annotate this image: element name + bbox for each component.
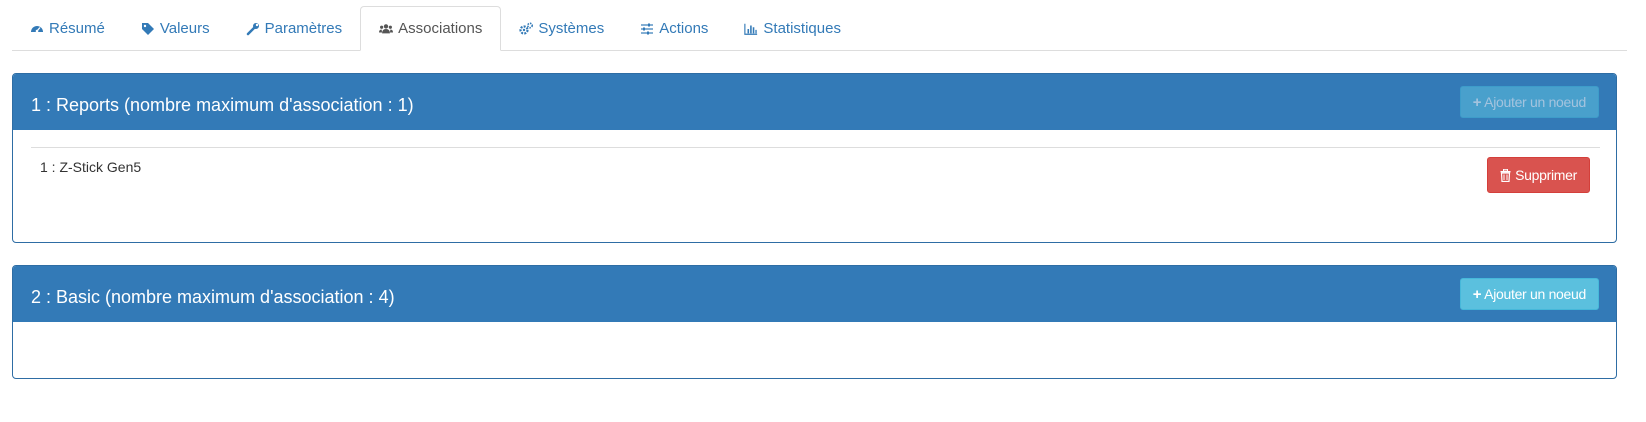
tab-label: Paramètres	[264, 20, 343, 37]
add-node-label: Ajouter un noeud	[1484, 94, 1586, 110]
tab-label: Actions	[659, 20, 709, 37]
plus-icon: +	[1472, 285, 1482, 303]
bar-chart-icon	[744, 22, 758, 36]
panel-heading: 2 : Basic (nombre maximum d'association …	[13, 266, 1616, 322]
association-node-label: 1 : Z-Stick Gen5	[40, 159, 142, 175]
group-title: 1 : Reports (nombre maximum d'associatio…	[31, 94, 414, 115]
panel-heading: 1 : Reports (nombre maximum d'associatio…	[13, 74, 1616, 130]
tab-statistiques[interactable]: Statistiques	[726, 7, 859, 50]
tab-label: Valeurs	[159, 20, 210, 37]
tab-resume[interactable]: Résumé	[12, 7, 123, 50]
divider	[31, 147, 1600, 148]
cogs-icon	[519, 22, 534, 36]
association-group-panel: 2 : Basic (nombre maximum d'association …	[12, 265, 1617, 379]
association-group-panel: 1 : Reports (nombre maximum d'associatio…	[12, 73, 1617, 243]
tab-label: Statistiques	[763, 20, 841, 37]
tab-label: Associations	[398, 20, 483, 37]
group-title: 2 : Basic (nombre maximum d'association …	[31, 286, 395, 307]
tab-systemes[interactable]: Systèmes	[501, 7, 622, 50]
delete-label: Supprimer	[1515, 167, 1577, 183]
users-icon	[379, 22, 394, 36]
association-item: 1 : Z-Stick Gen5 Supprimer	[31, 157, 1590, 197]
tag-icon	[141, 22, 155, 36]
plus-icon: +	[1472, 93, 1482, 111]
trash-icon	[1500, 168, 1511, 182]
sliders-icon	[640, 22, 654, 36]
add-node-label: Ajouter un noeud	[1484, 286, 1586, 302]
tab-label: Résumé	[49, 20, 105, 37]
dashboard-icon	[30, 22, 44, 36]
tab-label: Systèmes	[538, 20, 605, 37]
tab-parametres[interactable]: Paramètres	[228, 7, 361, 50]
add-node-button[interactable]: + Ajouter un noeud	[1459, 86, 1599, 118]
wrench-icon	[246, 22, 260, 36]
tab-bar: Résumé Valeurs Paramètres Associations S…	[12, 6, 1627, 51]
tab-actions[interactable]: Actions	[622, 7, 726, 50]
tab-associations[interactable]: Associations	[360, 6, 502, 51]
delete-association-button[interactable]: Supprimer	[1487, 157, 1590, 193]
tab-valeurs[interactable]: Valeurs	[123, 7, 228, 50]
add-node-button[interactable]: + Ajouter un noeud	[1459, 278, 1599, 310]
